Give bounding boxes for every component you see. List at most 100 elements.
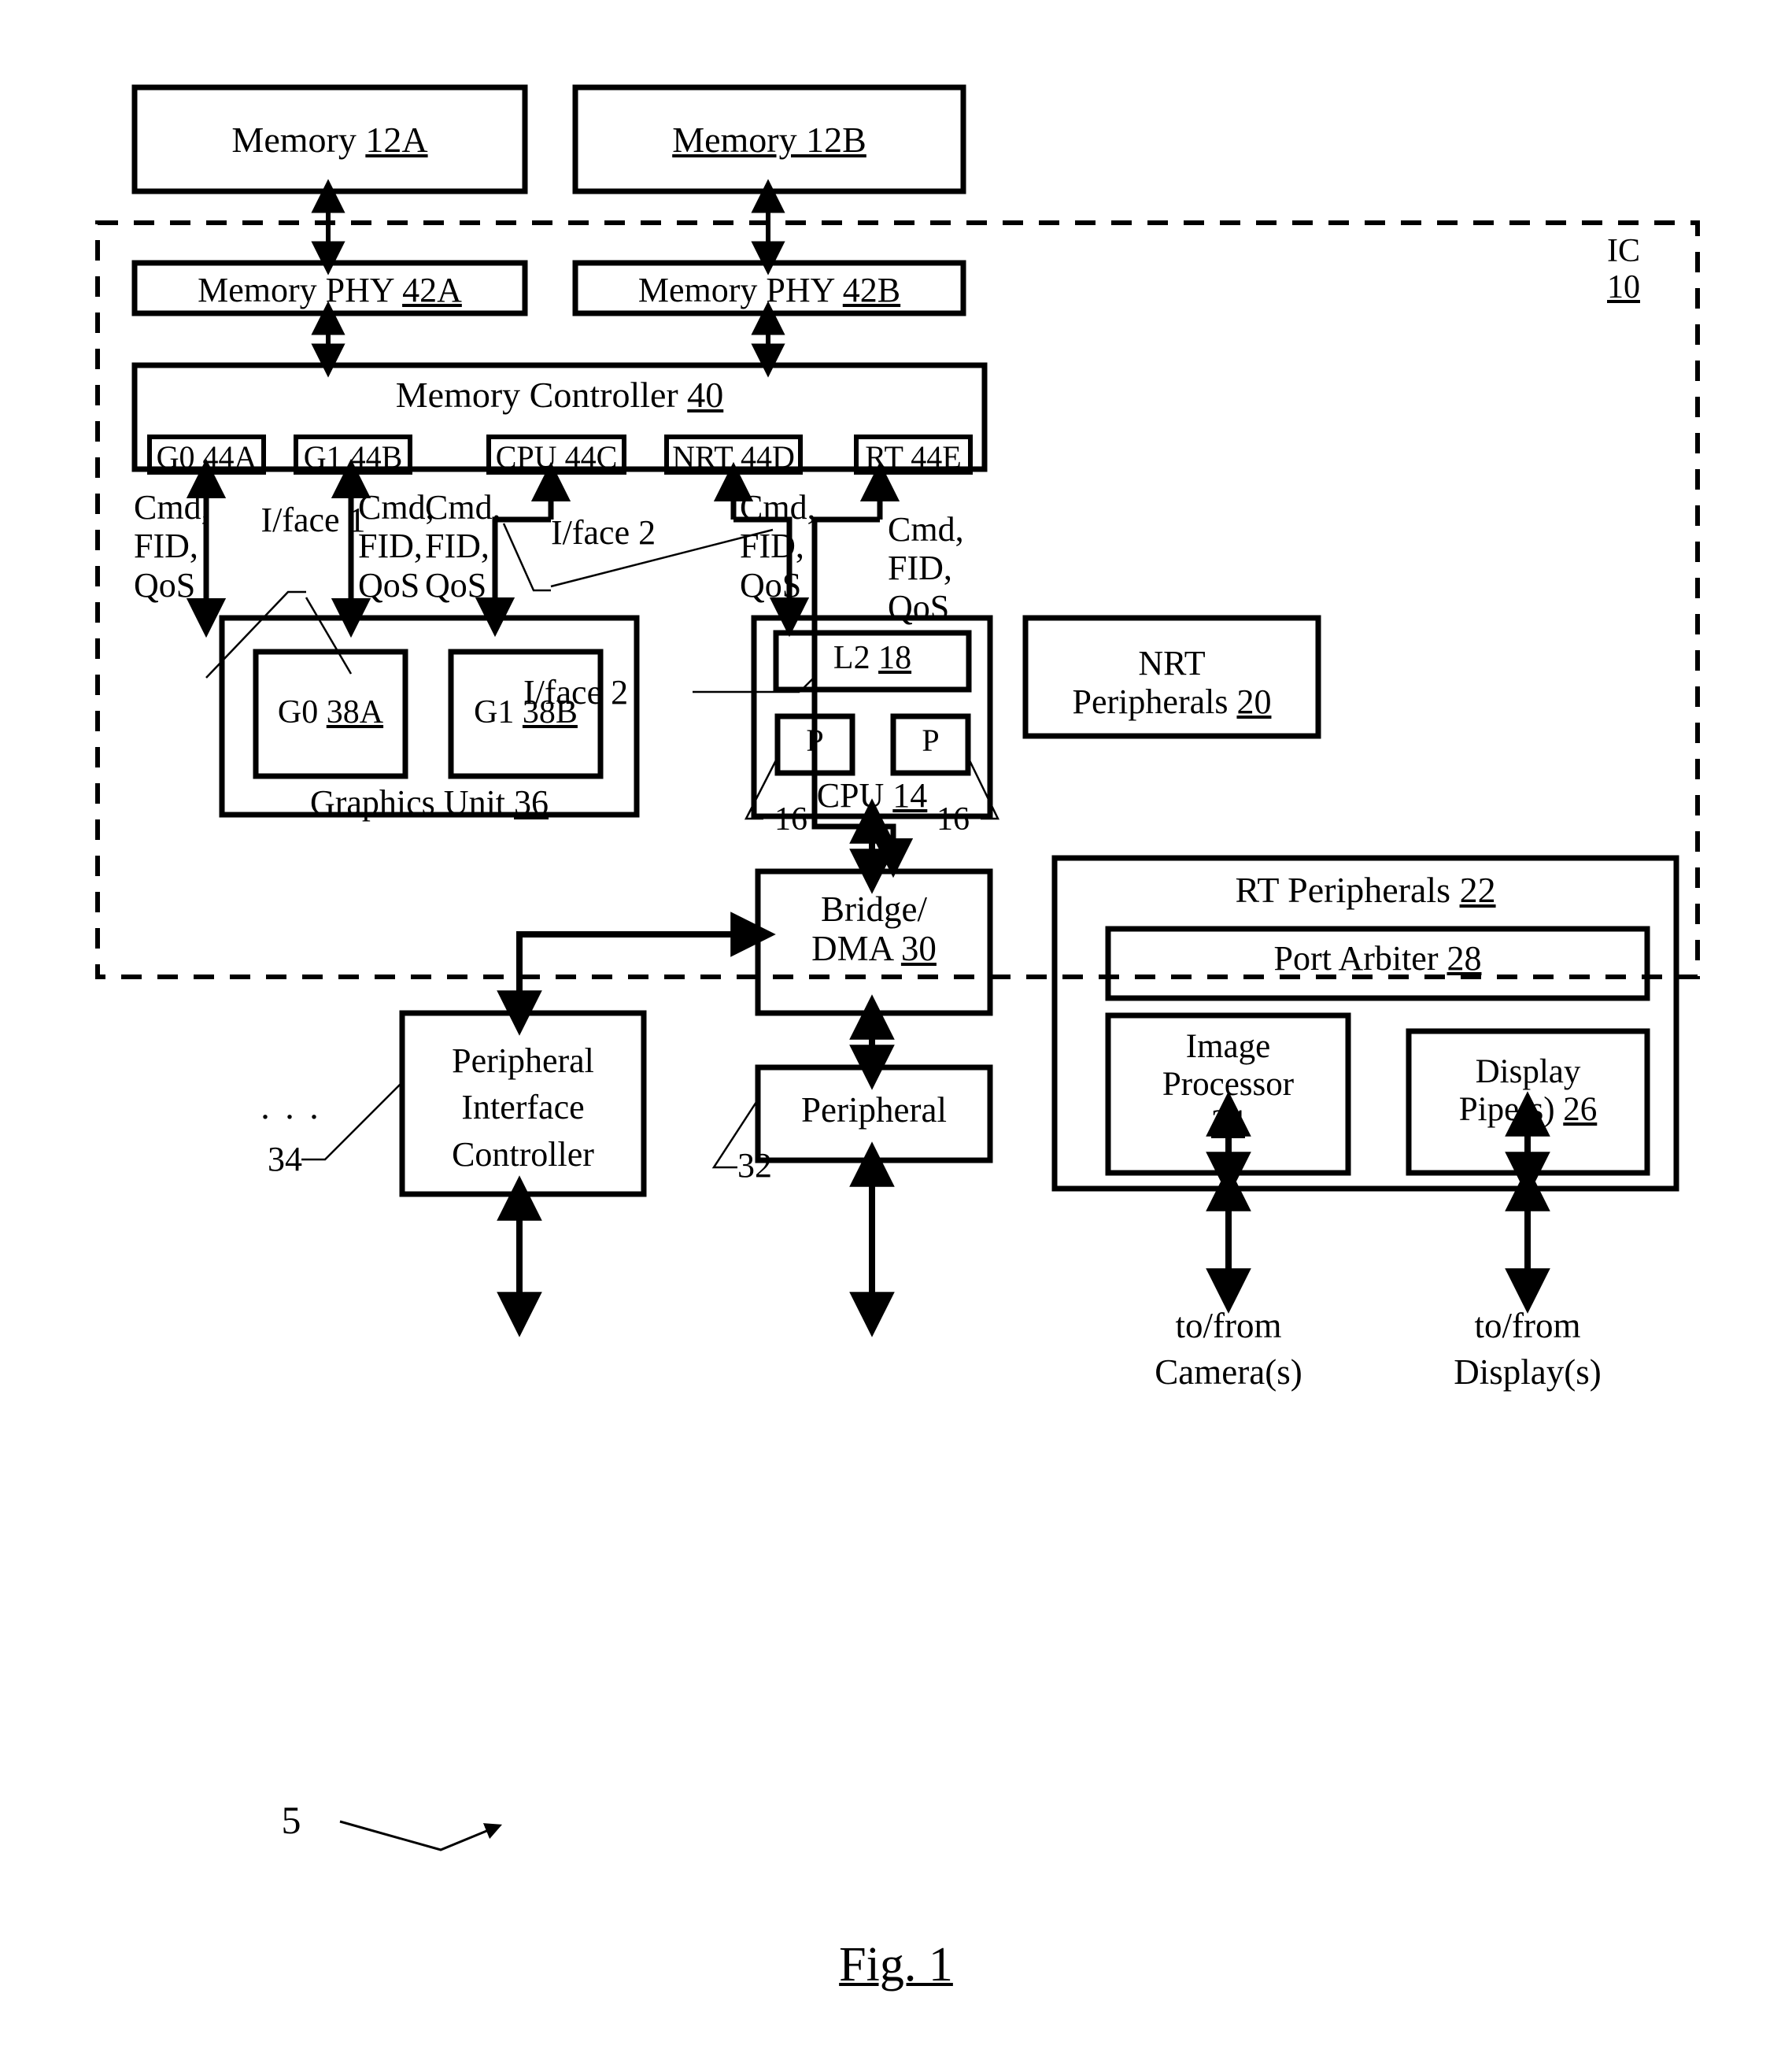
signal-label-rt: Cmd, FID, QoS (888, 510, 974, 627)
peripheral-interface-controller-label: Peripheral Interface Controller (402, 1037, 644, 1178)
memory-controller-label: Memory Controller 40 (135, 375, 985, 416)
display-pipes-line1: Display (1475, 1053, 1581, 1090)
nrt-peripherals-label: NRT Peripherals 20 (1025, 644, 1318, 722)
pifc-ref-text: 34 (268, 1140, 302, 1178)
signal-cmd: Cmd, (888, 510, 964, 549)
fig-ref-5-arrow (339, 1820, 502, 1851)
port-g0-44a-label: G0 44A (150, 439, 264, 475)
memory-phy-42b-name: Memory PHY (637, 271, 834, 309)
g1-ref: 38B (522, 694, 578, 730)
image-processor-ref: 24 (1211, 1104, 1245, 1141)
signal-label-nrt: Cmd, FID, QoS (740, 488, 818, 605)
memory-controller-ref: 40 (687, 375, 724, 415)
peripheral-ref-text: 32 (737, 1146, 772, 1185)
signal-qos: QoS (425, 565, 487, 605)
port-g1-ref: 44B (349, 439, 403, 475)
l2-ref: 18 (878, 640, 912, 676)
nrt-line2-wrap: Peripherals 20 (1025, 682, 1318, 721)
port-rt-44e-label: RT 44E (856, 439, 970, 475)
port-arbiter-28-label: Port Arbiter 28 (1108, 939, 1647, 978)
port-cpu-44c-label: CPU 44C (489, 439, 624, 475)
nrt-ref: 20 (1236, 682, 1272, 722)
rt-peripherals-label: RT Peripherals 22 (1055, 870, 1676, 911)
port-g1-name: G1 (303, 439, 342, 475)
ic-text: IC (1607, 233, 1640, 269)
ellipsis-text: . . . (260, 1086, 322, 1126)
camera-line1: to/from (1175, 1306, 1282, 1345)
figure-caption: Fig. 1 (0, 1938, 1792, 1992)
p-core-text: P (806, 723, 824, 758)
core-ref-text: 16 (774, 801, 807, 838)
memory-12a-ref: 12A (365, 120, 428, 160)
g0-38a-label: G0 38A (256, 694, 405, 731)
iface-1-label: I/face 1 (235, 501, 392, 539)
signal-cmd: Cmd, (134, 488, 210, 527)
signal-label-cpu: Cmd, FID, QoS (425, 488, 504, 605)
camera-line2: Camera(s) (1155, 1352, 1302, 1392)
rt-peripherals-name: RT Peripherals (1235, 870, 1451, 910)
nrt-line2: Peripherals (1072, 682, 1229, 722)
l2-name: L2 (833, 640, 870, 676)
display-line1: to/from (1474, 1306, 1581, 1345)
cpu-name: CPU (816, 776, 885, 815)
port-cpu-name: CPU (495, 439, 557, 475)
ic-ref: 10 (1607, 269, 1640, 305)
rt-peripherals-ref: 22 (1459, 870, 1496, 910)
display-line2: Display(s) (1454, 1352, 1602, 1392)
peripheral-32-ref: 32 (737, 1146, 793, 1185)
peripheral-name: Peripheral (801, 1090, 947, 1130)
memory-phy-42b-ref: 42B (842, 271, 901, 309)
signal-cmd: Cmd, (425, 488, 501, 527)
signal-fid: FID, (134, 527, 198, 566)
port-arbiter-name: Port Arbiter (1273, 939, 1439, 978)
memory-controller-name: Memory Controller (395, 375, 678, 415)
signal-fid: FID, (425, 527, 490, 566)
figure-ref-5: 5 (268, 1798, 315, 1842)
graphics-unit-name: Graphics Unit (309, 783, 506, 822)
bridge-dma-line2-wrap: DMA 30 (758, 929, 990, 968)
memory-phy-42b-label: Memory PHY 42B (575, 271, 963, 309)
p-core-left-label: P (778, 723, 852, 759)
core-ref-16-right: 16 (929, 801, 977, 838)
to-from-camera-label: to/from Camera(s) (1110, 1303, 1347, 1395)
image-processor-24-label: Image Processor 24 (1108, 1028, 1348, 1141)
memory-12b-name: Memory 12B (672, 120, 866, 160)
bridge-dma-line2: DMA (811, 929, 892, 969)
ic-label-line2: 10 (1607, 269, 1694, 306)
figure-caption-text: Fig. 1 (839, 1938, 953, 1992)
signal-fid: FID, (740, 527, 804, 566)
signal-cmd: Cmd, (740, 488, 816, 527)
port-nrt-ref: 44D (740, 439, 795, 475)
figure-ref-text: 5 (281, 1798, 301, 1842)
g1-name: G1 (474, 694, 515, 730)
display-pipes-line2: Pipe(s) (1458, 1091, 1555, 1129)
bridge-dma-line1: Bridge/ (821, 889, 927, 929)
signal-qos: QoS (740, 565, 802, 605)
iface-2-text: I/face 2 (551, 513, 656, 552)
port-g0-ref: 44A (202, 439, 257, 475)
port-arbiter-ref: 28 (1447, 939, 1482, 978)
memory-12a-label: Memory 12A (135, 120, 525, 161)
graphics-unit-label: Graphics Unit 36 (222, 783, 637, 822)
peripheral-32-label: Peripheral (758, 1090, 990, 1130)
p-core-text: P (922, 723, 940, 758)
port-cpu-ref: 44C (564, 439, 618, 475)
display-pipes-26-label: Display Pipe(s) 26 (1409, 1053, 1647, 1129)
iface-1-text: I/face 1 (260, 501, 366, 539)
l2-18-label: L2 18 (776, 640, 969, 677)
port-rt-ref: 44E (911, 439, 962, 475)
ic-label-line1: IC (1607, 233, 1694, 270)
pifc-line1: Peripheral (452, 1041, 594, 1080)
bridge-dma-30-label: Bridge/ DMA 30 (758, 889, 990, 969)
core-ref-text: 16 (937, 801, 970, 838)
signal-label-g0: Cmd, FID, QoS (134, 488, 212, 605)
port-g0-name: G0 (156, 439, 195, 475)
memory-12a-name: Memory (231, 120, 357, 160)
iface-2-upper-label: I/face 2 (551, 513, 716, 552)
bridge-dma-ref: 30 (900, 929, 937, 969)
port-g1-44b-label: G1 44B (296, 439, 410, 475)
port-nrt-name: NRT (672, 439, 733, 475)
memory-phy-42a-name: Memory PHY (198, 271, 394, 309)
g1-38b-label: G1 38B (451, 694, 600, 731)
image-processor-line2: Processor (1162, 1066, 1295, 1104)
